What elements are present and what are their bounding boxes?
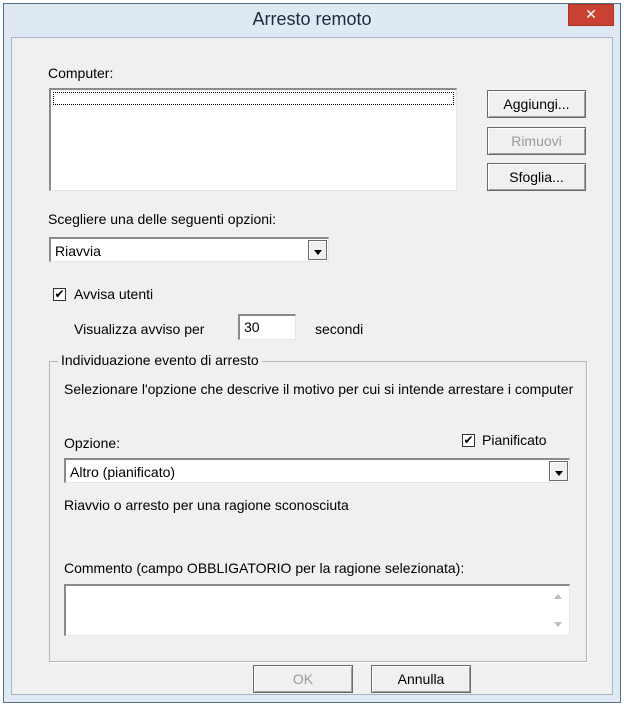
planned-label: Pianificato bbox=[482, 432, 547, 448]
comment-textarea[interactable] bbox=[64, 584, 570, 636]
seconds-unit-label: secondi bbox=[315, 321, 364, 337]
title-bar: Arresto remoto ✕ bbox=[4, 4, 620, 37]
add-button[interactable]: Aggiungi... bbox=[487, 90, 586, 118]
seconds-input[interactable]: 30 bbox=[238, 314, 296, 340]
reason-select[interactable]: Altro (pianificato) bbox=[64, 458, 570, 483]
list-focus-rect bbox=[53, 92, 454, 105]
action-select[interactable]: Riavvia bbox=[49, 237, 329, 262]
notify-users-checkbox[interactable]: ✔ bbox=[53, 288, 66, 301]
options-label: Scegliere una delle seguenti opzioni: bbox=[48, 211, 277, 227]
close-button[interactable]: ✕ bbox=[568, 4, 614, 26]
close-icon: ✕ bbox=[585, 7, 597, 23]
browse-button-label: Sfoglia... bbox=[509, 169, 564, 185]
cancel-button[interactable]: Annulla bbox=[371, 665, 471, 693]
ok-button[interactable]: OK bbox=[253, 665, 353, 693]
action-select-value: Riavvia bbox=[55, 243, 101, 259]
reason-description: Selezionare l'opzione che descrive il mo… bbox=[64, 381, 574, 397]
notify-users-label: Avvisa utenti bbox=[74, 286, 154, 302]
check-icon: ✔ bbox=[463, 433, 474, 447]
chevron-down-icon[interactable] bbox=[549, 461, 568, 481]
scroll-down-icon[interactable] bbox=[554, 622, 562, 627]
window-title: Arresto remoto bbox=[252, 9, 372, 29]
remote-shutdown-dialog: Arresto remoto ✕ Computer: Aggiungi... R… bbox=[3, 3, 621, 703]
reason-text: Riavvio o arresto per una ragione sconos… bbox=[64, 497, 349, 513]
browse-button[interactable]: Sfoglia... bbox=[487, 163, 586, 191]
scroll-up-icon[interactable] bbox=[554, 594, 562, 599]
cancel-button-label: Annulla bbox=[397, 671, 445, 687]
dialog-body: Computer: Aggiungi... Rimuovi Sfoglia...… bbox=[11, 37, 613, 695]
planned-checkbox[interactable]: ✔ bbox=[462, 434, 475, 447]
option-label: Opzione: bbox=[64, 435, 121, 451]
remove-button[interactable]: Rimuovi bbox=[487, 127, 586, 155]
computer-list[interactable] bbox=[49, 88, 457, 191]
chevron-down-icon[interactable] bbox=[308, 240, 327, 260]
reason-select-value: Altro (pianificato) bbox=[70, 464, 176, 480]
check-icon: ✔ bbox=[54, 287, 65, 301]
display-warning-label: Visualizza avviso per bbox=[74, 321, 205, 337]
computer-label: Computer: bbox=[48, 65, 114, 81]
group-title: Individuazione evento di arresto bbox=[58, 352, 262, 368]
add-button-label: Aggiungi... bbox=[503, 96, 570, 112]
comment-label: Commento (campo OBBLIGATORIO per la ragi… bbox=[64, 560, 465, 576]
remove-button-label: Rimuovi bbox=[511, 133, 562, 149]
comment-scrollbar[interactable] bbox=[549, 588, 567, 633]
ok-button-label: OK bbox=[292, 671, 314, 687]
